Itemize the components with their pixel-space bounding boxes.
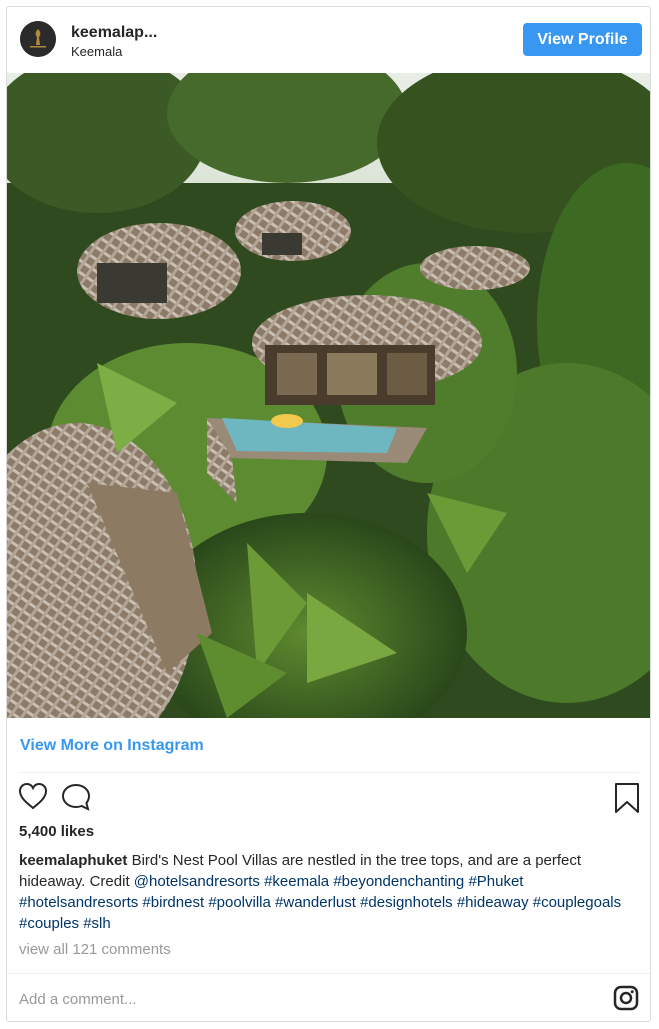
post-header: keemalap... Keemala View Profile: [7, 7, 650, 73]
hashtag-link[interactable]: #Phuket: [468, 873, 523, 890]
view-all-comments-link[interactable]: view all 121 comments: [19, 941, 171, 958]
keemala-logo-icon: [20, 21, 56, 57]
caption-username[interactable]: keemalaphuket: [19, 852, 127, 869]
hashtag-link[interactable]: #keemala: [264, 873, 329, 890]
mention-link[interactable]: @hotelsandresorts: [134, 873, 260, 890]
instagram-logo-icon[interactable]: [613, 985, 639, 1011]
full-name: Keemala: [71, 44, 123, 59]
hashtag-link[interactable]: #poolvilla: [208, 894, 271, 911]
post-image: [7, 73, 650, 718]
avatar[interactable]: [20, 21, 56, 57]
post-photo[interactable]: [7, 73, 650, 718]
heart-icon[interactable]: [18, 782, 48, 810]
likes-count[interactable]: 5,400 likes: [19, 823, 94, 840]
hashtag-link[interactable]: #couples: [19, 915, 79, 932]
instagram-embed-card: keemalap... Keemala View Profile View Mo…: [6, 6, 651, 1022]
divider: [20, 772, 639, 773]
post-caption: keemalaphuket Bird's Nest Pool Villas ar…: [19, 850, 643, 934]
hashtag-link[interactable]: #birdnest: [142, 894, 204, 911]
hashtag-link[interactable]: #hideaway: [457, 894, 529, 911]
view-profile-button[interactable]: View Profile: [523, 23, 642, 56]
bookmark-icon[interactable]: [614, 782, 640, 814]
divider: [7, 973, 650, 974]
hashtag-link[interactable]: #designhotels: [360, 894, 453, 911]
hashtag-link[interactable]: #slh: [83, 915, 111, 932]
view-more-link[interactable]: View More on Instagram: [20, 737, 204, 755]
username[interactable]: keemalap...: [71, 24, 157, 42]
comment-icon[interactable]: [60, 782, 92, 812]
hashtag-link[interactable]: #couplegoals: [533, 894, 621, 911]
add-comment-input[interactable]: Add a comment...: [19, 991, 137, 1008]
hashtag-link[interactable]: #beyondenchanting: [333, 873, 464, 890]
hashtag-link[interactable]: #wanderlust: [275, 894, 356, 911]
hashtag-link[interactable]: #hotelsandresorts: [19, 894, 138, 911]
